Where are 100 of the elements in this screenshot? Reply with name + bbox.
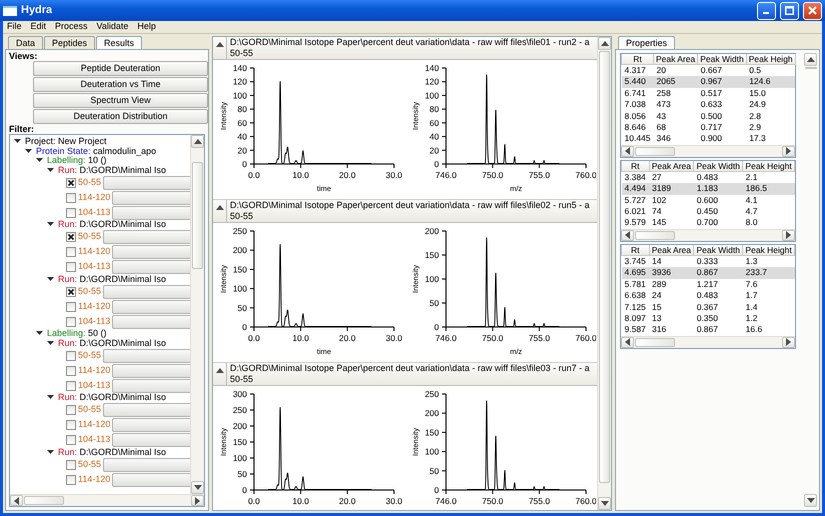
scroll-up-button[interactable] <box>598 37 611 50</box>
tree-item[interactable]: Run: D:\GORD\Minimal Iso <box>58 166 166 175</box>
peptide-button[interactable] <box>112 300 190 314</box>
tree-item[interactable]: 50-55 <box>78 458 104 472</box>
table-row[interactable]: 5.727 102 0.600 4.1 <box>622 194 794 206</box>
collapse-button[interactable] <box>213 37 227 59</box>
checkbox[interactable] <box>66 405 76 415</box>
scroll-thumb[interactable] <box>24 496 64 505</box>
table-row[interactable]: 9.579 145 0.700 8.0 <box>622 217 794 229</box>
table-row[interactable]: 3.745 14 0.333 1.3 <box>622 255 794 268</box>
scrollbar[interactable] <box>190 135 204 494</box>
collapse-button[interactable] <box>213 363 227 385</box>
table-row[interactable]: 6.638 24 0.483 1.7 <box>622 290 794 302</box>
tree-item[interactable]: 50-55 <box>78 348 104 362</box>
peptide-button[interactable] <box>103 403 190 417</box>
tree-item[interactable]: Run: D:\GORD\Minimal Iso <box>58 448 166 457</box>
table-row[interactable]: 6.021 74 0.450 4.7 <box>622 206 794 218</box>
table-row[interactable]: 6.741 258 0.517 15.0 <box>622 88 796 100</box>
tree-item[interactable]: Run: D:\GORD\Minimal Iso <box>58 338 166 348</box>
menu-item[interactable]: Help <box>137 20 156 34</box>
tree-item[interactable]: 114-120 <box>78 364 112 378</box>
peptide-button[interactable] <box>112 418 190 432</box>
expander-icon[interactable] <box>47 276 54 282</box>
tree-item[interactable]: 104-113 <box>78 206 112 220</box>
peptide-button[interactable] <box>112 378 190 392</box>
peptide-button[interactable] <box>103 176 190 190</box>
tree-item[interactable]: 114-120 <box>78 472 112 486</box>
column-header[interactable]: Peak Area <box>654 54 698 64</box>
tree-item[interactable]: 104-113 <box>78 433 112 447</box>
peptide-button[interactable] <box>112 433 190 447</box>
column-header[interactable]: Peak Area <box>649 244 694 256</box>
scroll-left-button[interactable] <box>621 230 634 241</box>
tree-item[interactable]: 114-120 <box>78 245 112 259</box>
table-row[interactable]: 7.038 473 0.633 24.9 <box>622 99 796 111</box>
scroll-right-button[interactable] <box>191 495 204 506</box>
scrollbar[interactable] <box>804 53 818 507</box>
peptide-button[interactable] <box>103 284 190 298</box>
checkbox[interactable] <box>66 435 76 445</box>
column-header[interactable]: Rt <box>622 54 654 64</box>
tree-item[interactable]: 114-120 <box>78 300 112 314</box>
menu-item[interactable]: Validate <box>96 20 128 34</box>
table-row[interactable]: 3.384 27 0.483 2.1 <box>622 171 794 184</box>
peptide-button[interactable] <box>112 245 190 259</box>
peptide-button[interactable] <box>103 230 190 244</box>
checkbox[interactable] <box>66 262 76 272</box>
checkbox[interactable] <box>66 366 76 376</box>
expander-icon[interactable] <box>36 158 43 164</box>
scroll-down-button[interactable] <box>598 497 611 510</box>
menu-item[interactable]: Process <box>55 20 88 34</box>
tab[interactable]: Data <box>8 36 44 49</box>
checkbox[interactable] <box>66 350 76 360</box>
view-button[interactable]: Spectrum View <box>33 93 208 108</box>
minimize-button[interactable] <box>757 2 776 20</box>
tree-item[interactable]: Run: D:\GORD\Minimal Iso <box>58 274 166 284</box>
checkbox[interactable] <box>66 286 76 296</box>
table-row[interactable]: 10.445 346 0.900 17.3 <box>622 133 796 145</box>
scrollbar[interactable] <box>621 336 795 348</box>
scrollbar[interactable] <box>597 37 611 510</box>
scroll-left-button[interactable] <box>621 146 634 157</box>
peptide-button[interactable] <box>112 364 190 378</box>
peptide-button[interactable] <box>112 260 190 274</box>
view-button[interactable]: Deuteration Distribution <box>33 109 208 124</box>
checkbox[interactable] <box>66 178 76 188</box>
checkbox[interactable] <box>66 474 76 484</box>
collapse-button[interactable] <box>213 200 227 222</box>
tab[interactable]: Peptides <box>44 36 96 49</box>
scroll-thumb[interactable] <box>599 51 610 483</box>
checkbox[interactable] <box>66 208 76 218</box>
column-header[interactable]: Peak Height <box>742 244 794 256</box>
tree-item[interactable]: Protein State: calmodulin_apo <box>36 146 156 156</box>
table-row[interactable]: 7.125 15 0.367 1.4 <box>622 302 794 313</box>
menu-item[interactable]: File <box>7 20 22 34</box>
scroll-right-button[interactable] <box>782 336 795 348</box>
scroll-thumb[interactable] <box>635 230 675 240</box>
peptide-button[interactable] <box>112 190 190 204</box>
expander-icon[interactable] <box>14 139 21 144</box>
table-row[interactable]: 5.440 2065 0.967 124.6 <box>622 76 796 88</box>
menu-item[interactable]: Edit <box>30 20 46 34</box>
tab[interactable]: Properties <box>618 36 676 49</box>
scroll-thumb[interactable] <box>805 67 817 69</box>
tree-item[interactable]: Labelling: 50 () <box>47 329 107 338</box>
table-row[interactable]: 9.587 316 0.867 16.6 <box>622 324 794 336</box>
tree-item[interactable]: Labelling: 10 () <box>47 156 107 166</box>
checkbox[interactable] <box>66 247 76 257</box>
scroll-thumb[interactable] <box>635 146 675 156</box>
expander-icon[interactable] <box>47 222 54 228</box>
tab[interactable]: Results <box>96 36 142 49</box>
scroll-right-button[interactable] <box>782 230 795 241</box>
column-header[interactable]: Peak Width <box>698 54 746 64</box>
column-header[interactable]: Rt <box>622 244 650 256</box>
scrollbar[interactable] <box>10 494 204 506</box>
checkbox[interactable] <box>66 460 76 470</box>
scroll-down-button[interactable] <box>191 481 204 494</box>
scroll-left-button[interactable] <box>10 495 23 506</box>
scrollbar[interactable] <box>621 228 795 241</box>
table-row[interactable]: 4.494 3189 1.183 186.5 <box>622 183 794 195</box>
table-row[interactable]: 5.781 289 1.217 7.6 <box>622 278 794 290</box>
tree-item[interactable]: 50-55 <box>78 230 104 244</box>
column-header[interactable]: Rt <box>622 160 650 172</box>
column-header[interactable]: Peak Height <box>742 160 794 172</box>
